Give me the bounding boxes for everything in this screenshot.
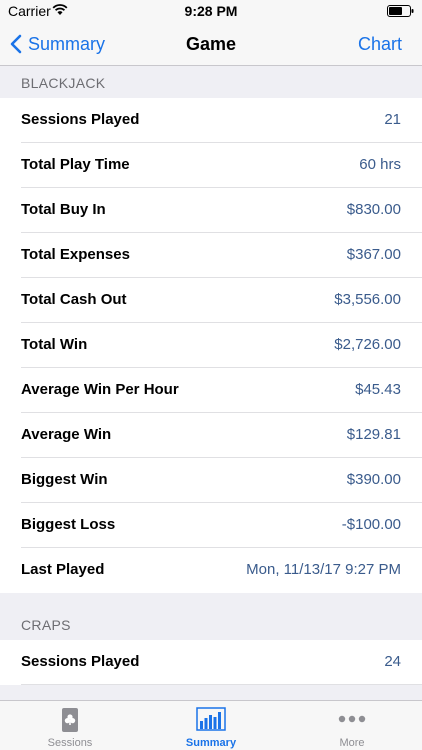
tab-label: More: [339, 737, 365, 749]
row-value: $2,726.00: [334, 336, 401, 353]
row-divider: [21, 684, 422, 685]
row-label: Total Play Time: [21, 156, 130, 173]
row-value: $45.43: [355, 381, 401, 398]
table-row[interactable]: Total Win $2,726.00: [0, 323, 422, 368]
table-row[interactable]: Sessions Played 21: [0, 98, 422, 143]
row-label: Total Expenses: [21, 246, 130, 263]
table-row[interactable]: Biggest Loss -$100.00: [0, 503, 422, 548]
row-label: Biggest Win: [21, 471, 108, 488]
table-row[interactable]: Average Win $129.81: [0, 413, 422, 458]
row-label: Total Buy In: [21, 201, 106, 218]
table-row[interactable]: Total Buy In $830.00: [0, 188, 422, 233]
row-label: Sessions Played: [21, 653, 140, 670]
section-header-craps: CRAPS: [21, 617, 71, 633]
battery-icon: [387, 5, 414, 17]
more-dots-icon: [338, 715, 366, 723]
row-label: Total Win: [21, 336, 88, 353]
table-row[interactable]: Biggest Win $390.00: [0, 458, 422, 503]
table-row[interactable]: Sessions Played 24: [0, 640, 422, 685]
table-row[interactable]: Last Played Mon, 11/13/17 9:27 PM: [0, 548, 422, 593]
status-bar: Carrier 9:28 PM: [0, 0, 422, 22]
tab-bar: Sessions Summary More: [0, 700, 422, 750]
row-label: Last Played: [21, 561, 105, 578]
row-label: Total Cash Out: [21, 291, 127, 308]
chart-button[interactable]: Chart: [358, 34, 402, 55]
row-label: Biggest Loss: [21, 516, 116, 533]
row-value: Mon, 11/13/17 9:27 PM: [246, 561, 401, 578]
navigation-bar: Summary Game Chart: [0, 22, 422, 66]
row-value: $3,556.00: [334, 291, 401, 308]
row-value: $129.81: [346, 426, 401, 443]
tab-label: Sessions: [47, 737, 93, 749]
table-row[interactable]: Total Expenses $367.00: [0, 233, 422, 278]
table-row[interactable]: Total Play Time 60 hrs: [0, 143, 422, 188]
row-label: Average Win Per Hour: [21, 381, 179, 398]
row-label: Average Win: [21, 426, 112, 443]
bar-chart-icon: [196, 707, 226, 731]
row-value: 60 hrs: [359, 156, 401, 173]
row-value: $830.00: [346, 201, 401, 218]
tab-label: Summary: [185, 737, 237, 749]
table-row[interactable]: Average Win Per Hour $45.43: [0, 368, 422, 413]
tab-summary[interactable]: Summary: [141, 701, 281, 750]
row-value: 21: [384, 111, 401, 128]
clock-time: 9:28 PM: [184, 3, 238, 19]
row-value: $390.00: [346, 471, 401, 488]
section-header-blackjack: BLACKJACK: [21, 75, 106, 91]
row-label: Sessions Played: [21, 111, 140, 128]
row-value: -$100.00: [341, 516, 401, 533]
row-value: 24: [384, 653, 401, 670]
card-club-icon: [62, 708, 78, 732]
tab-sessions[interactable]: Sessions: [0, 701, 140, 750]
row-value: $367.00: [346, 246, 401, 263]
table-row[interactable]: Total Cash Out $3,556.00: [0, 278, 422, 323]
tab-more[interactable]: More: [282, 701, 422, 750]
